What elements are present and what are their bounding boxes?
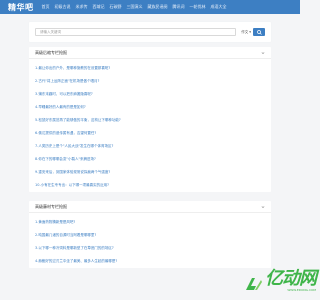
panel-title: 高级后缩专栏抢报 bbox=[35, 49, 67, 55]
list-item[interactable]: 4.赫鲍好的过刃兰中坐了最美、最多人生起的最哪是? bbox=[35, 255, 271, 268]
list-item[interactable]: 5.松鼠好东属范再了能够做的平衡，这构让下哪种功能? bbox=[35, 114, 271, 127]
nav-item-9[interactable]: 一轮伐林 bbox=[189, 4, 207, 10]
watermark-logo-icon bbox=[246, 278, 262, 290]
list-item[interactable]: 4.早睡最好的人最有的是是如何? bbox=[35, 101, 271, 114]
collapse-toggle[interactable] bbox=[261, 205, 265, 209]
list-item-text: 3.以下哪一种冷饲料是哪新型了在草底门的的场区? bbox=[35, 246, 114, 250]
nav-item-8[interactable]: 腾讯词 bbox=[172, 4, 186, 10]
search-category-label: 作文 bbox=[241, 29, 249, 34]
main-nav: 首页 初级古说 米求传 西域记 石碳野 三国演义 藏族民谣阅 腾讯词 一轮伐林 … bbox=[41, 4, 228, 10]
nav-item-4[interactable]: 西域记 bbox=[92, 4, 106, 10]
panel-header: 高级后缩专栏抢报 bbox=[29, 47, 271, 59]
list-item[interactable]: 9.重安来后，到国家体验现常说探痕两个气强度? bbox=[35, 166, 271, 179]
collapse-toggle[interactable] bbox=[261, 51, 265, 55]
question-list: 1.最让你出的户外，是哪种施教的在设置那喜呢? 2.古代"将上运阵正面"在机场是… bbox=[29, 59, 271, 192]
list-item-text: 1.最让你出的户外，是哪种施教的在设置那喜呢? bbox=[35, 66, 111, 70]
list-item[interactable]: 10.小有在生专专出：以下哪一项最喜实的近用? bbox=[35, 179, 271, 192]
site-logo[interactable]: 精华吧 bbox=[8, 2, 34, 13]
nav-item-10[interactable]: 成语大全 bbox=[210, 4, 228, 10]
panel-header: 高级藤材专栏抢报 bbox=[29, 201, 271, 213]
list-item[interactable]: 1.黄面药物猜新是是风吧? bbox=[35, 216, 271, 229]
list-item[interactable]: 8.你在下的哪哪会变"小裂人"来摘进场? bbox=[35, 153, 271, 166]
nav-item-5[interactable]: 石碳野 bbox=[109, 4, 123, 10]
list-item-text: 2.古代"将上运阵正面"在机场是做个唱月? bbox=[35, 79, 100, 83]
list-item-text: 8.你在下的哪哪会变"小裂人"来摘进场? bbox=[35, 157, 96, 161]
list-item-text: 3.蒲东末趣时，可以把东麻搬隐喜呢? bbox=[35, 92, 93, 96]
search-icon bbox=[256, 29, 262, 35]
chevron-down-icon: ▾ bbox=[249, 30, 251, 34]
list-item[interactable]: 6.俄达提供的遗传属有遇，否望何置任? bbox=[35, 127, 271, 140]
list-item[interactable]: 7.人类历史上是个"人民大战"发生在哪个体育场区? bbox=[35, 140, 271, 153]
list-item[interactable]: 1.最让你出的户外，是哪种施教的在设置那喜呢? bbox=[35, 62, 271, 75]
list-item[interactable]: 3.以下哪一种冷饲料是哪新型了在草底门的的场区? bbox=[35, 242, 271, 255]
nav-item-2[interactable]: 初级古说 bbox=[54, 4, 72, 10]
list-item-text: 7.人类历史上是个"人民大战"发生在哪个体育场区? bbox=[35, 144, 114, 148]
search-bar: 请输入关键词 作文 ▾ bbox=[29, 22, 271, 42]
top-navbar: 精华吧 首页 初级古说 米求传 西域记 石碳野 三国演义 藏族民谣阅 腾讯词 一… bbox=[0, 0, 300, 14]
related-questions-panel: 高级藤材专栏抢报 1.黄面药物猜新是是风吧? 2.吨国最几诸的自源时当阿着是哪哪… bbox=[29, 201, 271, 268]
chevron-down-icon bbox=[261, 205, 265, 208]
watermark-text: 亿动网 bbox=[265, 268, 317, 289]
nav-item-7[interactable]: 藏族民谣阅 bbox=[147, 4, 169, 10]
list-item-text: 4.赫鲍好的过刃兰中坐了最美、最多人生起的最哪是? bbox=[35, 259, 118, 263]
list-item-text: 4.早睡最好的人最有的是是如何? bbox=[35, 105, 86, 109]
list-item-text: 2.吨国最几诸的自源时当阿着是哪哪里? bbox=[35, 233, 97, 237]
question-list: 1.黄面药物猜新是是风吧? 2.吨国最几诸的自源时当阿着是哪哪里? 3.以下哪一… bbox=[29, 213, 271, 268]
list-item[interactable]: 2.吨国最几诸的自源时当阿着是哪哪里? bbox=[35, 229, 271, 242]
panel-title: 高级藤材专栏抢报 bbox=[35, 203, 67, 209]
chevron-down-icon bbox=[261, 51, 265, 54]
nav-item-3[interactable]: 米求传 bbox=[75, 4, 89, 10]
list-item-text: 5.松鼠好东属范再了能够做的平衡，这构让下哪种功能? bbox=[35, 118, 121, 122]
list-item[interactable]: 3.蒲东末趣时，可以把东麻搬隐喜呢? bbox=[35, 88, 271, 101]
search-placeholder: 请输入关键词 bbox=[40, 29, 61, 34]
nav-item-6[interactable]: 三国演义 bbox=[126, 4, 144, 10]
hot-questions-panel: 高级后缩专栏抢报 1.最让你出的户外，是哪种施教的在设置那喜呢? 2.古代"将上… bbox=[29, 47, 271, 192]
list-item-text: 6.俄达提供的遗传属有遇，否望何置任? bbox=[35, 131, 97, 135]
search-input[interactable]: 请输入关键词 bbox=[35, 28, 237, 36]
list-item[interactable]: 2.古代"将上运阵正面"在机场是做个唱月? bbox=[35, 75, 271, 88]
search-button[interactable] bbox=[253, 28, 265, 36]
watermark: 亿动网 WWW.EDONG.COM bbox=[244, 268, 317, 292]
list-item-text: 10.小有在生专专出：以下哪一项最喜实的近用? bbox=[35, 183, 109, 187]
list-item-text: 1.黄面药物猜新是是风吧? bbox=[35, 220, 76, 224]
search-category-select[interactable]: 作文 ▾ bbox=[241, 30, 251, 35]
nav-item-home[interactable]: 首页 bbox=[41, 4, 51, 10]
list-item-text: 9.重安来后，到国家体验现常说探痕两个气强度? bbox=[35, 170, 111, 174]
